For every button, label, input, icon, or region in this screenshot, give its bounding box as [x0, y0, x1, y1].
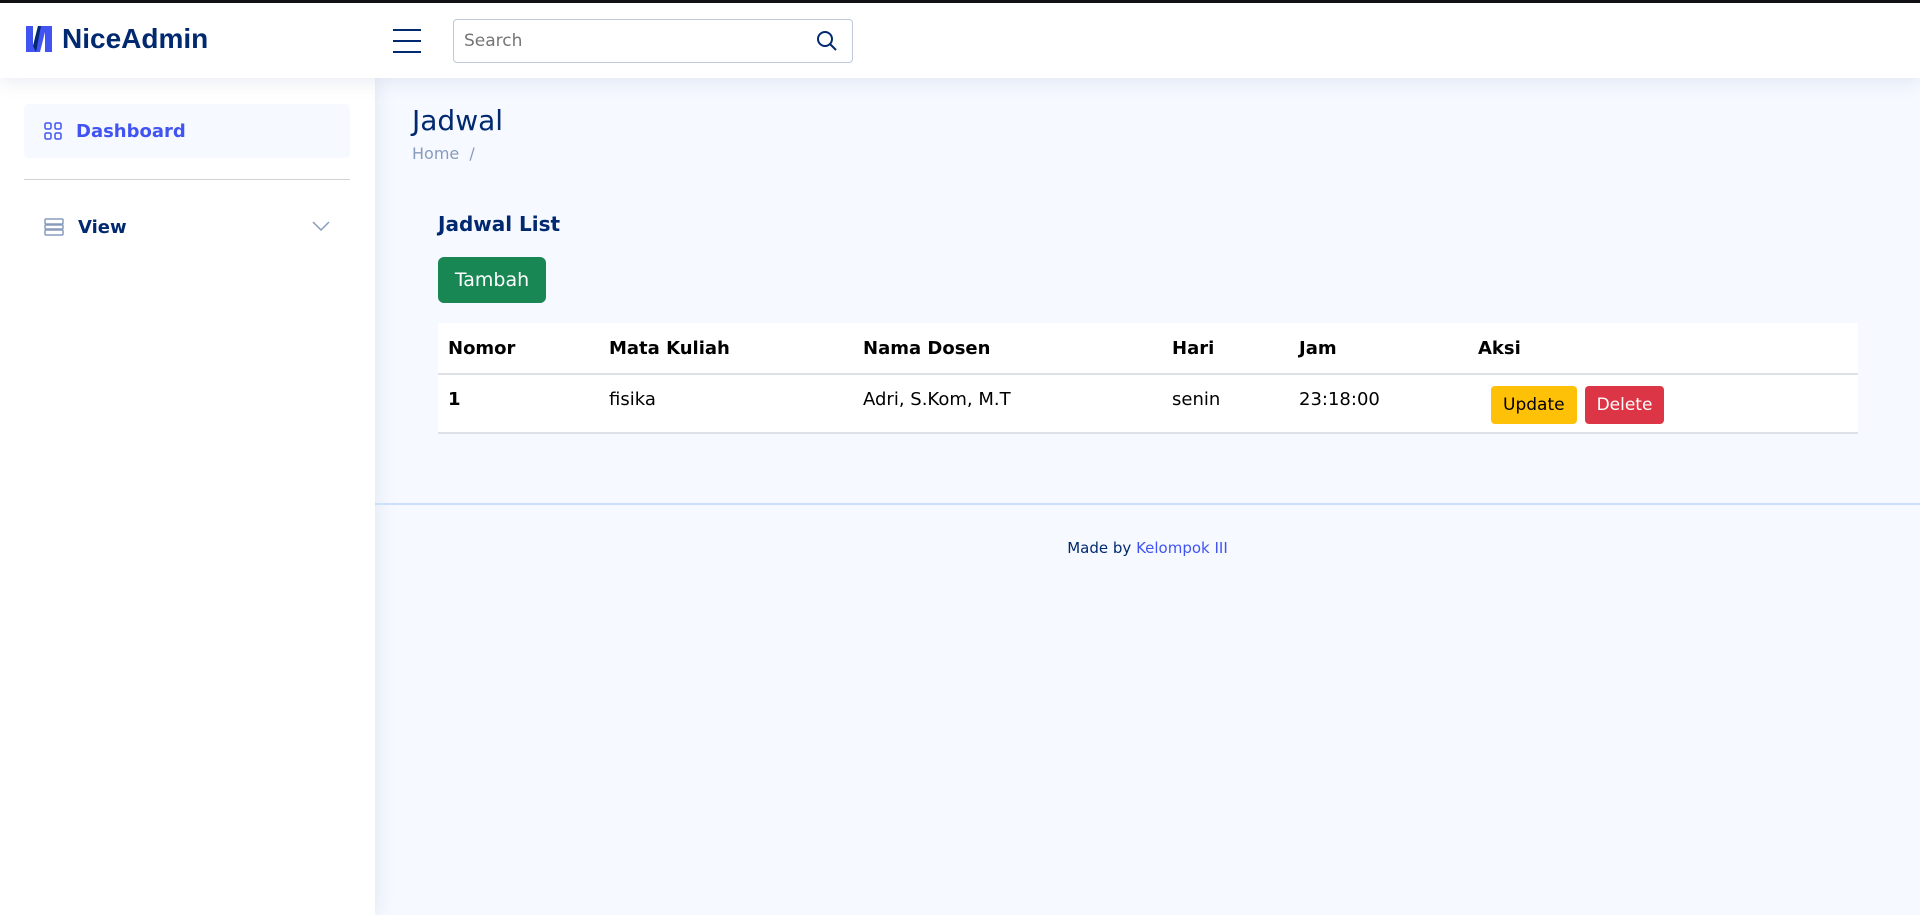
column-header-jam: Jam — [1289, 323, 1468, 375]
sidebar-item-dashboard[interactable]: Dashboard — [24, 104, 350, 158]
search-bar — [453, 19, 853, 63]
card-title: Jadwal List — [438, 212, 561, 236]
footer: Made by Kelompok III — [375, 503, 1920, 583]
add-button[interactable]: Tambah — [438, 257, 546, 303]
grid-icon — [44, 122, 62, 140]
footer-text: Made by — [1067, 539, 1132, 557]
table-header-row: Nomor Mata Kuliah Nama Dosen Hari Jam Ak… — [438, 323, 1858, 375]
chevron-down-icon — [312, 221, 330, 232]
logo-text: NiceAdmin — [62, 23, 209, 54]
layout-icon — [44, 218, 64, 236]
breadcrumb-home[interactable]: Home — [412, 144, 459, 163]
logo[interactable]: NiceAdmin — [24, 23, 208, 55]
sidebar-item-view[interactable]: View — [24, 200, 350, 254]
sidebar-divider — [24, 179, 350, 180]
table-row: 1 fisika Adri, S.Kom, M.T senin 23:18:00… — [438, 374, 1858, 434]
column-header-hari: Hari — [1162, 323, 1289, 375]
delete-button[interactable]: Delete — [1584, 386, 1665, 424]
cell-nama-dosen: Adri, S.Kom, M.T — [853, 374, 1162, 434]
breadcrumb-separator: / — [469, 144, 475, 163]
column-header-nomor: Nomor — [438, 323, 599, 375]
logo-icon — [26, 26, 52, 52]
header: NiceAdmin — [0, 3, 1920, 78]
page-title: Jadwal — [412, 104, 504, 137]
menu-toggle-icon[interactable] — [393, 29, 421, 53]
sidebar-item-label: View — [78, 216, 127, 238]
cell-nomor: 1 — [438, 374, 599, 434]
column-header-aksi: Aksi — [1468, 323, 1858, 375]
update-button[interactable]: Update — [1491, 386, 1577, 424]
sidebar-item-label: Dashboard — [76, 120, 186, 142]
search-input[interactable] — [454, 20, 794, 62]
footer-link[interactable]: Kelompok III — [1136, 539, 1228, 557]
cell-aksi: Update Delete — [1468, 374, 1858, 434]
column-header-mata-kuliah: Mata Kuliah — [599, 323, 853, 375]
footer-credit: Made by Kelompok III — [375, 539, 1920, 557]
search-icon[interactable] — [816, 30, 838, 52]
breadcrumb: Home / — [412, 144, 475, 163]
cell-mata-kuliah: fisika — [599, 374, 853, 434]
jadwal-table: Nomor Mata Kuliah Nama Dosen Hari Jam Ak… — [438, 323, 1858, 434]
cell-hari: senin — [1162, 374, 1289, 434]
sidebar: Dashboard View — [0, 78, 375, 915]
cell-jam: 23:18:00 — [1289, 374, 1468, 434]
column-header-nama-dosen: Nama Dosen — [853, 323, 1162, 375]
